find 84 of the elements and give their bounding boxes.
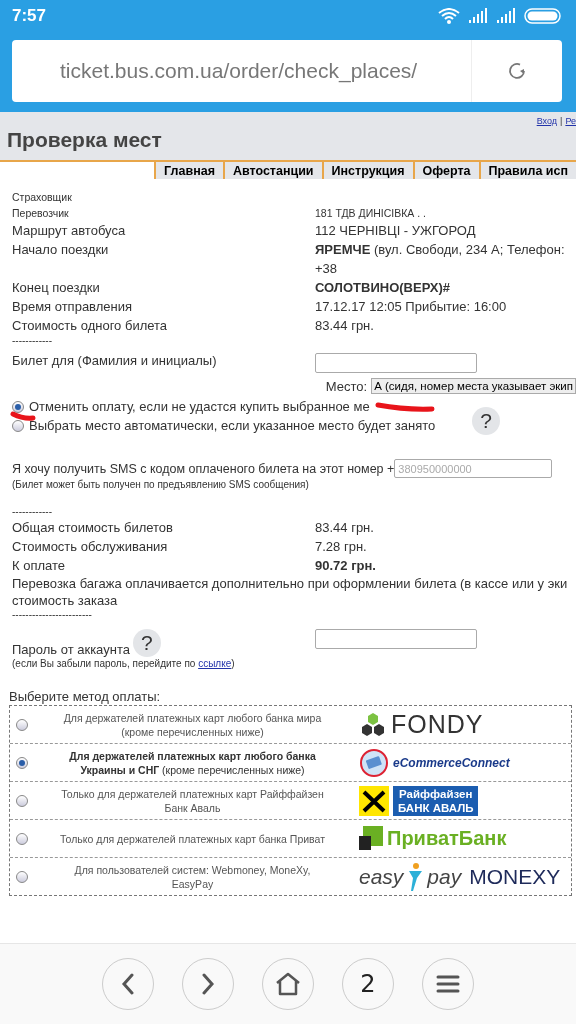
info-label: Начало поездки: [12, 241, 110, 259]
method-description: Для пользователей систем: Webmoney, MoneXy, EasyPay: [73, 862, 312, 891]
menu-tab[interactable]: Инструкция: [321, 162, 413, 179]
menu-tab[interactable]: Оферта: [412, 162, 479, 179]
radio-button[interactable]: [12, 400, 24, 413]
name-field[interactable]: [315, 353, 477, 373]
total-label: Общая стоимость билетов: [12, 519, 174, 537]
method-description: Для держателей платежных карт любого банка мира (кроме перечисленных ниже): [62, 710, 323, 739]
logo-text: eCommerceConnect: [393, 755, 510, 770]
menu-tab[interactable]: Главная: [154, 162, 223, 179]
info-label: Перевозчик: [12, 206, 70, 221]
raiffeisen-logo-icon: [359, 785, 389, 816]
separator-text: ------------------------: [12, 609, 93, 621]
separator-text: ------------: [12, 335, 53, 347]
hexagon-logo-icon: [359, 711, 387, 738]
section-title: Выберите метод оплаты:: [9, 689, 162, 704]
sms-note: (Билет может быть получен по предъявлению SMS сообщения): [12, 478, 310, 492]
total-label: Стоимость обслуживания: [12, 538, 169, 556]
baggage-note: стоимость заказа: [12, 592, 119, 609]
battery-icon: [524, 8, 562, 24]
sms-label: Я хочу получить SMS с кодом оплаченого билета на этот номер +: [12, 461, 395, 476]
field-label: Место:: [325, 378, 368, 394]
logo-text: Райффайзен БАНК АВАЛЬ: [393, 785, 479, 816]
chevron-right-icon: [201, 973, 215, 995]
wifi-icon: [438, 8, 460, 24]
info-value: СОЛОТВИНО(ВЕРХ)#: [315, 279, 452, 297]
link-divider: |: [560, 116, 563, 126]
info-value: ЯРЕМЧЕ (вул. Свободи, 234 А; Телефон: +38: [315, 241, 566, 278]
total-value: 7.28 грн.: [315, 538, 368, 556]
field-label: Пароль от аккаунта: [12, 642, 130, 657]
page-title: Проверка мест: [7, 127, 163, 153]
radio-button[interactable]: [16, 794, 28, 807]
password-note: (если Вы забыли пароль, перейдите по ссылке): [12, 657, 236, 671]
login-link[interactable]: Вход: [536, 116, 558, 126]
menu-icon: [436, 974, 460, 994]
total-value: 90.72 грн.: [315, 557, 377, 575]
radio-button[interactable]: [16, 718, 28, 731]
chevron-left-icon: [121, 973, 135, 995]
info-label: Стоимость одного билета: [12, 317, 169, 335]
info-label: Время отправления: [12, 298, 134, 316]
option-label: Выбрать место автоматически, если указанное место будет занято: [29, 417, 436, 435]
seat-dropdown[interactable]: А (сидя, номер места указывает экип: [371, 378, 576, 394]
method-description: Для держателей платежных карт любого банка Украины и СНГ (кроме перечисленных ниже): [68, 748, 317, 777]
address-bar[interactable]: ticket.bus.com.ua/order/check_places/: [12, 40, 562, 102]
help-icon[interactable]: ?: [472, 407, 500, 435]
password-field[interactable]: [315, 629, 477, 649]
home-icon: [275, 972, 301, 996]
help-icon[interactable]: ?: [132, 629, 161, 657]
info-value: 17.12.17 12:05 Прибытие: 16:00: [315, 298, 508, 316]
menu-tab[interactable]: Правила исп: [478, 162, 576, 179]
radio-button[interactable]: [12, 419, 24, 432]
baggage-note: Перевозка багажа оплачивается дополнительно при оформлении билета (в кассе или у эки: [12, 575, 569, 592]
separator-text: ------------: [12, 506, 53, 518]
info-label: Конец поездки: [12, 279, 101, 297]
total-label: К оплате: [12, 557, 67, 575]
option-label: Отменить оплату, если не удастся купить выбранное ме: [29, 398, 370, 416]
clock: 7:57: [12, 6, 48, 26]
info-label: Страховщик: [12, 190, 73, 205]
menu-tab[interactable]: Автостанции: [222, 162, 322, 179]
field-label: Билет для (Фамилия и инициалы): [12, 353, 218, 370]
info-value: 83.44 грн.: [315, 317, 375, 335]
scribble-mark: [374, 401, 435, 412]
method-description: Только для держателей платежных карт банка Приват: [59, 831, 326, 846]
logo-text: pay: [427, 864, 462, 889]
info-value: 181 ТДВ ДИНІСІВКА . .: [315, 206, 427, 221]
signal-icon: [496, 8, 516, 24]
logo-text: easy: [359, 864, 404, 889]
method-description: Только для держателей платежных карт Райффайзен Банк Аваль: [60, 786, 325, 815]
reload-icon[interactable]: [506, 60, 528, 82]
radio-button[interactable]: [16, 832, 28, 845]
info-value: 112 ЧЕРНІВЦІ - УЖГОРОД: [315, 222, 477, 240]
scribble-mark: [10, 411, 36, 421]
logo-text: ПриватБанк: [387, 827, 507, 850]
figure-icon: [407, 861, 424, 892]
radio-button[interactable]: [16, 870, 28, 883]
radio-button[interactable]: [16, 756, 28, 769]
info-label: Маршрут автобуса: [12, 222, 127, 240]
privat-logo-icon: [359, 825, 383, 852]
logo-text: MONEXY: [469, 864, 561, 889]
signal-icon: [468, 8, 488, 24]
register-link[interactable]: Ре: [565, 116, 576, 126]
logo-text: FONDY: [391, 710, 484, 739]
globe-logo-icon: [359, 747, 389, 778]
total-value: 83.44 грн.: [315, 519, 375, 537]
